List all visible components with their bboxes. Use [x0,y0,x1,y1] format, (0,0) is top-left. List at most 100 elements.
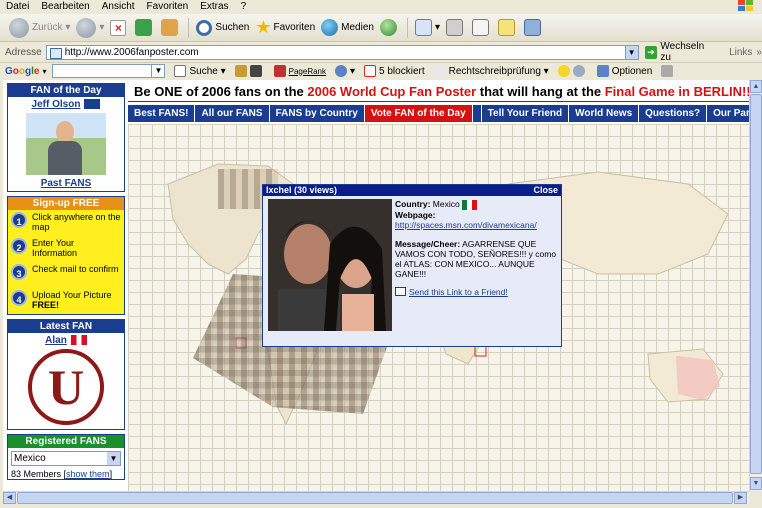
back-button[interactable]: Zurück ▾ [6,16,73,40]
history-icon [379,19,397,36]
scroll-right-button[interactable]: ▶ [734,492,747,504]
signup-title: Sign-up FREE [8,197,124,210]
vertical-scroll-thumb[interactable] [750,94,762,474]
registered-fans-box: Registered FANS Mexico ▼ 83 Members [sho… [7,434,125,480]
address-bar: Adresse http://www.2006fanposter.com ▼ ➔… [0,41,762,63]
popup-close-button[interactable]: Close [533,185,558,196]
address-label: Adresse [5,46,42,58]
chevron-right-icon[interactable]: » [756,47,762,58]
edit-page-icon [472,19,489,36]
go-button[interactable]: ➔ Wechseln zu [644,41,718,63]
mail-button[interactable]: ▾ [412,16,443,40]
scroll-up-button[interactable]: ▲ [750,80,762,93]
media-button[interactable]: Medien [318,16,377,40]
nav-vote-fan[interactable]: Vote FAN of the Day [364,105,473,122]
menu-ansicht[interactable]: Ansicht [102,1,135,12]
refresh-button[interactable] [132,16,158,40]
options-button[interactable]: Optionen [596,65,652,77]
horizontal-scrollbar[interactable]: ◀ ▶ [3,491,749,504]
spellcheck-button[interactable]: Rechtschreibprüfung ▾ [433,65,549,77]
nav-world-news[interactable]: World News [569,105,640,122]
spellcheck-icon [433,65,446,77]
favorites-button[interactable]: ★ Favoriten [252,16,318,40]
page-headline: Be ONE of 2006 fans on the 2006 World Cu… [128,82,749,102]
mail-icon [414,19,432,36]
address-dropdown-button[interactable]: ▼ [625,44,639,60]
sad-smiley-icon [572,65,585,77]
browser-window: Datei Bearbeiten Ansicht Favoriten Extra… [0,0,762,508]
step-2-icon: 2 [11,238,27,254]
address-input[interactable]: http://www.2006fanposter.com [45,44,626,60]
stop-button[interactable]: × [107,16,132,40]
print-button[interactable] [443,16,469,40]
history-button[interactable] [377,16,403,40]
scroll-left-button[interactable]: ◀ [3,492,16,504]
google-search-button[interactable]: Suche ▾ [174,65,226,77]
past-fans-link[interactable]: Past FANS [8,178,124,189]
popup-title: Ixchel (30 views) [266,185,338,195]
messenger-button[interactable] [521,16,547,40]
signup-box: Sign-up FREE 1 Click anywhere on the map… [7,196,125,315]
fan-photo[interactable] [268,199,392,331]
vertical-scrollbar[interactable]: ▲ ▼ [749,80,762,491]
smiley-button[interactable] [557,65,588,77]
horizontal-scroll-thumb[interactable] [17,492,733,504]
nav-our-partners[interactable]: Our Par [707,105,749,122]
fan-of-day-name[interactable]: Jeff Olson [32,99,81,110]
links-button[interactable]: Links [729,47,752,58]
menu-favoriten[interactable]: Favoriten [147,1,189,12]
fan-webpage-link[interactable]: http://spaces.msn.com/divamexicana/ [395,220,559,230]
pagerank-indicator[interactable]: PageRank [273,65,326,77]
fan-of-day-title: FAN of the Day [8,84,124,97]
scroll-down-button[interactable]: ▼ [750,477,762,490]
nav-best-fans[interactable]: Best FANS! [128,105,196,122]
google-logo[interactable]: Google [5,66,39,77]
google-search-input[interactable] [52,64,153,78]
search-icon [196,19,213,36]
envelope-icon [395,287,406,297]
signup-step: 1 Click anywhere on the map [8,210,124,236]
google-search-dropdown[interactable]: ▼ [152,64,166,78]
menu-datei[interactable]: Datei [6,1,29,12]
peru-flag-icon [70,335,87,346]
menu-help[interactable]: ? [241,1,247,12]
show-members-link[interactable]: show them [66,469,110,479]
mexico-flag-icon [461,199,477,210]
country-select[interactable]: Mexico ▼ [11,451,121,466]
smiley-icon [557,65,570,77]
home-button[interactable] [158,16,184,40]
nav-all-fans[interactable]: All our FANS [195,105,270,122]
windows-logo-icon [738,0,753,11]
google-news-button[interactable] [234,65,265,77]
toolbar-separator [188,17,190,38]
standard-toolbar: Zurück ▾ ▾ × Suchen ★ Favoriten Medien ▾ [0,14,762,42]
universitario-logo[interactable]: U [28,349,104,425]
latest-fan-box: Latest FAN Alan U [7,319,125,430]
forward-button[interactable]: ▾ [73,16,107,40]
nav-questions[interactable]: Questions? [639,105,708,122]
status-bar [0,504,762,508]
options-icon [596,65,609,77]
nav-fans-by-country[interactable]: FANS by Country [270,105,365,122]
google-info-button[interactable]: ▾ [335,65,355,77]
fan-of-day-box: FAN of the Day Jeff Olson Past FANS [7,83,125,192]
popup-blocker[interactable]: 5 blockiert [364,65,425,77]
nav-tell-friend[interactable]: Tell Your Friend [482,105,570,122]
google-g-icon [174,65,187,77]
highlighter-icon [661,65,674,77]
highlighter-button[interactable] [661,65,676,77]
info-circle-icon [335,65,347,77]
menu-bearbeiten[interactable]: Bearbeiten [41,1,89,12]
forward-arrow-icon [76,17,97,38]
menu-extras[interactable]: Extras [200,1,228,12]
main-nav: Best FANS! All our FANS FANS by Country … [128,105,749,122]
google-menu-chevron-icon[interactable]: ▾ [42,67,46,76]
send-link-to-friend[interactable]: Send this Link to a Friend! [409,287,508,297]
search-button[interactable]: Suchen [193,16,252,40]
latest-fan-name[interactable]: Alan [45,335,67,346]
toolbar-separator [406,17,408,38]
discuss-button[interactable] [495,16,521,40]
step-3-icon: 3 [11,264,27,280]
edit-button[interactable] [469,16,495,40]
fan-of-day-photo[interactable] [26,113,106,175]
